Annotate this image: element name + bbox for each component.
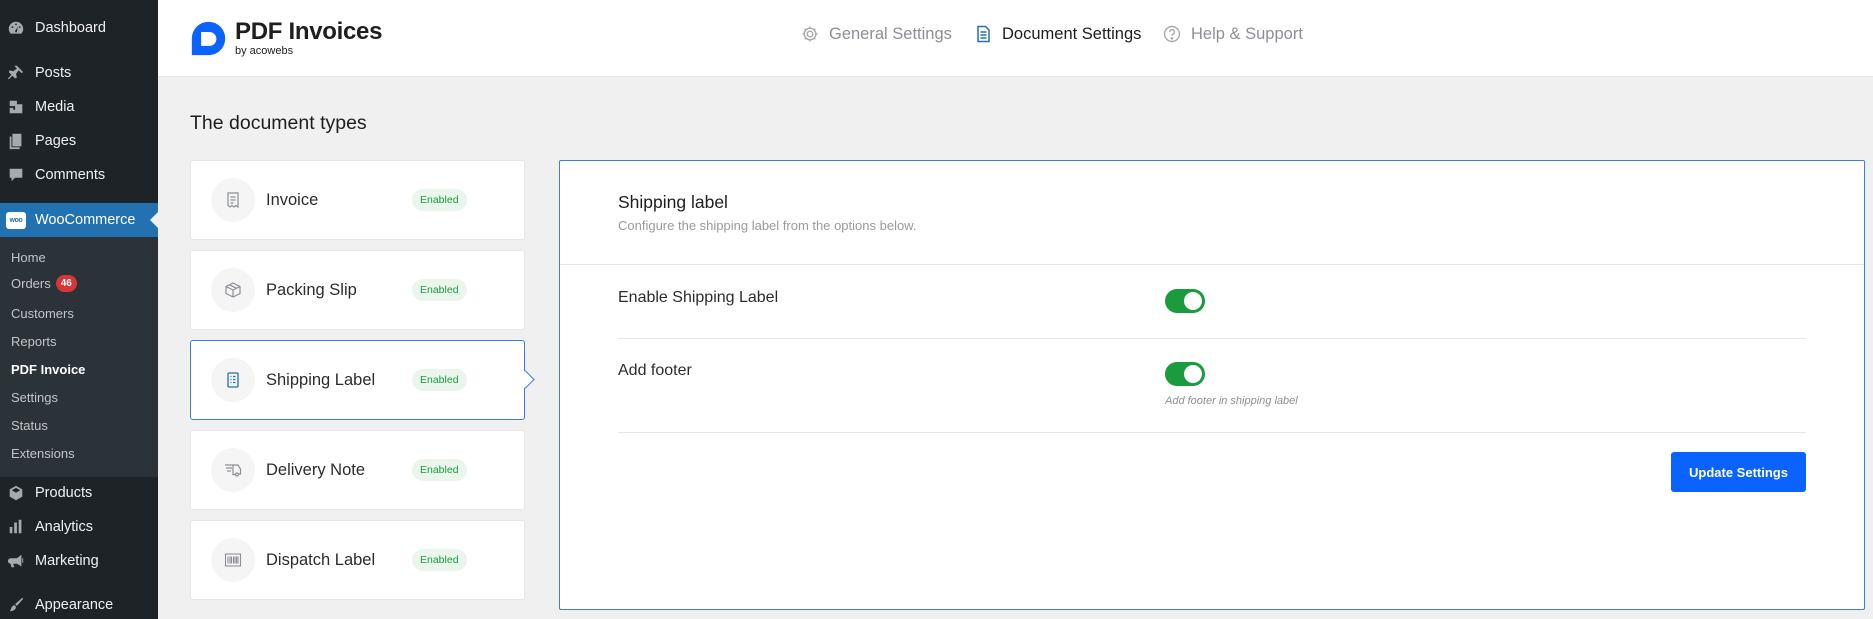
menu-item-analytics[interactable]: Analytics bbox=[0, 510, 158, 544]
doc-card-delivery-note[interactable]: Delivery Note Enabled bbox=[190, 430, 525, 510]
doc-card-dispatch-label[interactable]: Dispatch Label Enabled bbox=[190, 520, 525, 600]
dashboard-icon bbox=[6, 18, 26, 38]
setting-label-add-footer: Add footer bbox=[618, 362, 692, 379]
shipping-label-settings-panel: Shipping label Configure the shipping la… bbox=[559, 160, 1865, 610]
submenu-item-reports[interactable]: Reports bbox=[11, 334, 57, 349]
enable-shipping-label-toggle[interactable] bbox=[1165, 289, 1205, 313]
doc-name: Shipping Label bbox=[266, 370, 376, 389]
submenu-item-home[interactable]: Home bbox=[11, 250, 46, 265]
brand-subtitle: by acowebs bbox=[235, 45, 294, 57]
delivery-icon bbox=[211, 448, 255, 492]
menu-label: WooCommerce bbox=[35, 212, 136, 228]
status-badge: Enabled bbox=[412, 189, 467, 211]
tab-label: Help & Support bbox=[1191, 24, 1303, 43]
box-icon bbox=[211, 268, 255, 312]
submenu-item-orders[interactable]: Orders 46 bbox=[11, 275, 77, 292]
menu-label: Products bbox=[35, 485, 93, 501]
submenu-item-status[interactable]: Status bbox=[11, 418, 48, 433]
menu-item-marketing[interactable]: Marketing bbox=[0, 544, 158, 578]
status-badge: Enabled bbox=[412, 549, 467, 571]
menu-item-products[interactable]: Products bbox=[0, 476, 158, 510]
orders-count-badge: 46 bbox=[55, 275, 77, 292]
invoice-icon bbox=[211, 178, 255, 222]
admin-sidebar: Dashboard Posts Media Pages Comments woo… bbox=[0, 0, 158, 619]
submenu-item-settings[interactable]: Settings bbox=[11, 390, 58, 405]
menu-item-comments[interactable]: Comments bbox=[0, 158, 158, 192]
paintbrush-icon bbox=[6, 595, 26, 615]
menu-item-media[interactable]: Media bbox=[0, 90, 158, 124]
barcode-icon bbox=[211, 538, 255, 582]
menu-label: Pages bbox=[35, 133, 77, 149]
divider bbox=[618, 338, 1806, 339]
brand-title: PDF Invoices bbox=[235, 18, 383, 45]
menu-label: Posts bbox=[35, 65, 72, 81]
setting-label-enable-shipping-label: Enable Shipping Label bbox=[618, 289, 779, 306]
pdf-invoices-logo-icon bbox=[191, 21, 226, 56]
megaphone-icon bbox=[6, 551, 26, 571]
document-icon bbox=[973, 24, 993, 44]
brand-logo: PDF Invoices by acowebs bbox=[190, 20, 382, 57]
menu-label: Analytics bbox=[35, 519, 94, 535]
update-settings-button[interactable]: Update Settings bbox=[1671, 452, 1806, 492]
menu-item-appearance[interactable]: Appearance bbox=[0, 588, 158, 619]
menu-item-dashboard[interactable]: Dashboard bbox=[0, 11, 158, 45]
submenu-item-customers[interactable]: Customers bbox=[11, 306, 74, 321]
status-badge: Enabled bbox=[412, 459, 467, 481]
pages-icon bbox=[6, 131, 26, 151]
tab-label: General Settings bbox=[829, 24, 952, 43]
status-badge: Enabled bbox=[412, 279, 467, 301]
menu-item-posts[interactable]: Posts bbox=[0, 56, 158, 90]
menu-item-woocommerce[interactable]: woo WooCommerce bbox=[0, 203, 158, 237]
woocommerce-logo-icon: woo bbox=[6, 210, 26, 230]
toggle-knob bbox=[1184, 292, 1202, 310]
doc-name: Packing Slip bbox=[266, 280, 357, 299]
submenu-item-pdf-invoice[interactable]: PDF Invoice bbox=[11, 362, 85, 377]
add-footer-toggle[interactable] bbox=[1165, 362, 1205, 386]
section-title: The document types bbox=[190, 112, 367, 134]
tab-document-settings[interactable]: Document Settings bbox=[973, 24, 1141, 44]
tab-help-support[interactable]: Help & Support bbox=[1162, 24, 1303, 44]
label-icon bbox=[211, 358, 255, 402]
menu-label: Dashboard bbox=[35, 20, 106, 36]
doc-name: Delivery Note bbox=[266, 460, 366, 479]
submenu-item-extensions[interactable]: Extensions bbox=[11, 446, 75, 461]
pin-icon bbox=[6, 63, 26, 83]
gear-icon bbox=[800, 24, 820, 44]
panel-header: Shipping label Configure the shipping la… bbox=[560, 161, 1864, 265]
products-icon bbox=[6, 483, 26, 503]
woocommerce-submenu: Home Orders 46 Customers Reports PDF Invo… bbox=[0, 237, 158, 477]
doc-name: Invoice bbox=[266, 190, 319, 209]
panel-description: Configure the shipping label from the op… bbox=[618, 218, 917, 233]
bar-chart-icon bbox=[6, 517, 26, 537]
menu-label: Appearance bbox=[35, 597, 114, 613]
tab-general-settings[interactable]: General Settings bbox=[800, 24, 952, 44]
menu-label: Comments bbox=[35, 167, 106, 183]
tab-label: Document Settings bbox=[1002, 24, 1142, 43]
divider bbox=[618, 432, 1806, 433]
doc-card-invoice[interactable]: Invoice Enabled bbox=[190, 160, 525, 240]
panel-title: Shipping label bbox=[618, 192, 728, 212]
plugin-header: PDF Invoices by acowebs General Settings… bbox=[158, 0, 1873, 77]
doc-card-shipping-label[interactable]: Shipping Label Enabled bbox=[190, 340, 525, 420]
doc-name: Dispatch Label bbox=[266, 550, 376, 569]
question-icon bbox=[1162, 24, 1182, 44]
status-badge: Enabled bbox=[412, 369, 467, 391]
menu-item-pages[interactable]: Pages bbox=[0, 124, 158, 158]
menu-label: Media bbox=[35, 99, 75, 115]
toggle-knob bbox=[1184, 365, 1202, 383]
comment-icon bbox=[6, 165, 26, 185]
add-footer-hint: Add footer in shipping label bbox=[1165, 395, 1298, 407]
doc-card-packing-slip[interactable]: Packing Slip Enabled bbox=[190, 250, 525, 330]
media-icon bbox=[6, 97, 26, 117]
menu-label: Marketing bbox=[35, 553, 99, 569]
